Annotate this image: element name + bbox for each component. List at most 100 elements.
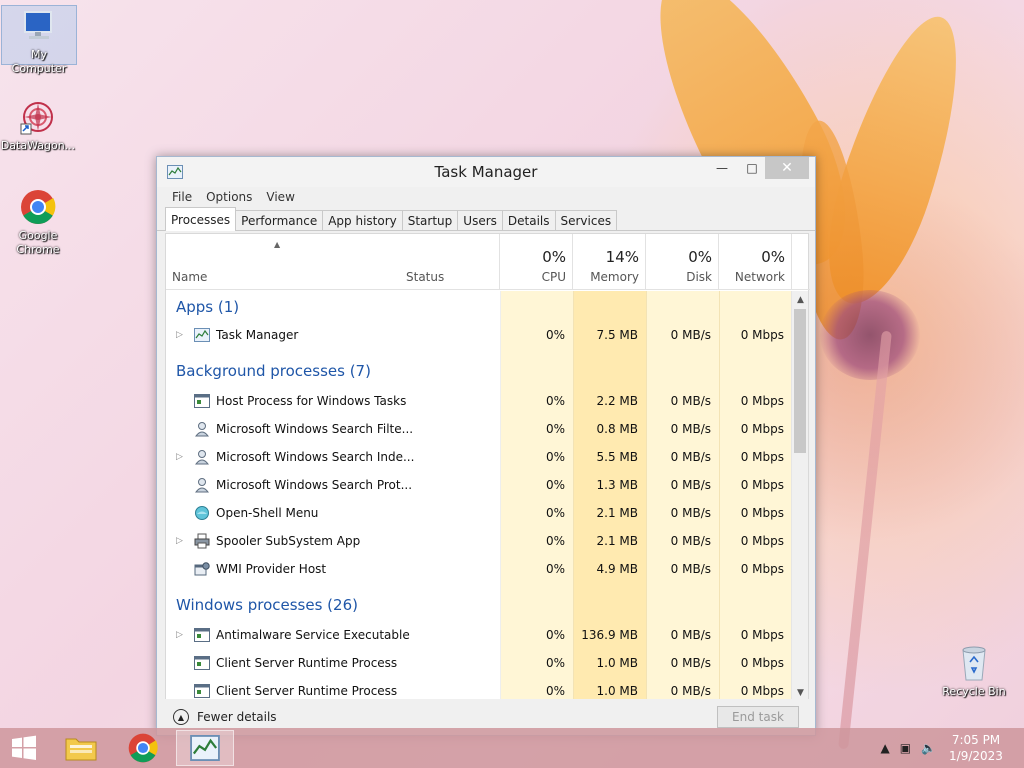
minimize-button[interactable]: — — [707, 157, 737, 179]
column-header-network[interactable]: 0% Network — [719, 234, 792, 290]
cpu-value: 0% — [545, 422, 565, 436]
process-name: Antimalware Service Executable — [216, 628, 410, 642]
tab-users[interactable]: Users — [457, 210, 503, 230]
chrome-icon — [128, 733, 158, 763]
tab-details[interactable]: Details — [501, 210, 556, 230]
column-header-disk[interactable]: 0% Disk — [646, 234, 719, 290]
desktop-icon-label: DataWagon... — [0, 139, 76, 152]
column-header-cpu[interactable]: 0% CPU — [500, 234, 573, 290]
tab-services[interactable]: Services — [554, 210, 618, 230]
network-icon[interactable]: ▣ — [900, 741, 911, 755]
column-header-memory[interactable]: 14% Memory — [573, 234, 646, 290]
process-name: Task Manager — [216, 328, 299, 342]
tab-startup[interactable]: Startup — [401, 210, 459, 230]
network-value: 0 Mbps — [740, 534, 784, 548]
table-row[interactable]: Open-Shell Menu 0% 2.1 MB 0 MB/s 0 Mbps — [166, 499, 792, 527]
menu-options[interactable]: Options — [199, 190, 259, 204]
desktop-icon-my-computer[interactable]: My Computer — [1, 5, 77, 75]
volume-icon[interactable]: 🔈 — [921, 741, 936, 755]
disk-value: 0 MB/s — [670, 394, 711, 408]
clock[interactable]: 7:05 PM 1/9/2023 — [946, 732, 1006, 764]
disk-value: 0 MB/s — [670, 478, 711, 492]
title-bar[interactable]: Task Manager — □ ✕ — [157, 157, 815, 187]
table-row[interactable]: Client Server Runtime Process 0% 1.0 MB … — [166, 677, 792, 701]
table-row[interactable]: ▷ Task Manager 0% 7.5 MB 0 MB/s 0 Mbps — [166, 321, 792, 349]
vertical-scrollbar[interactable]: ▲ ▼ — [791, 291, 808, 701]
group-header-background[interactable]: Background processes (7) — [166, 355, 792, 383]
network-value: 0 Mbps — [740, 450, 784, 464]
network-value: 0 Mbps — [740, 684, 784, 698]
cpu-value: 0% — [545, 534, 565, 548]
network-value: 0 Mbps — [740, 328, 784, 342]
table-row[interactable]: Client Server Runtime Process 0% 1.0 MB … — [166, 649, 792, 677]
desktop-icon-datawagon[interactable]: DataWagon... — [0, 97, 76, 153]
disk-value: 0 MB/s — [670, 562, 711, 576]
process-name: Client Server Runtime Process — [216, 684, 398, 698]
tab-app-history[interactable]: App history — [322, 210, 403, 230]
memory-value: 0.8 MB — [596, 422, 638, 436]
sort-ascending-icon: ▲ — [274, 240, 281, 249]
column-header-name[interactable]: ▲ Name — [166, 234, 400, 290]
task-manager-window: Task Manager — □ ✕ File Options View Pro… — [156, 156, 816, 736]
column-header-status[interactable]: Status — [400, 234, 500, 290]
scroll-thumb[interactable] — [794, 309, 806, 453]
expand-chevron-icon[interactable]: ▷ — [176, 321, 183, 349]
close-button[interactable]: ✕ — [765, 157, 809, 179]
tab-performance[interactable]: Performance — [235, 210, 324, 230]
group-header-windows[interactable]: Windows processes (26) — [166, 589, 792, 617]
menu-view[interactable]: View — [259, 190, 301, 204]
process-name: Microsoft Windows Search Prot... — [216, 478, 413, 492]
end-task-button[interactable]: End task — [717, 706, 799, 728]
taskbar-file-explorer[interactable] — [52, 730, 110, 766]
process-rows: Apps (1) ▷ Task Manager 0% 7.5 MB 0 MB/s… — [166, 291, 792, 701]
wallpaper-stem — [838, 330, 892, 750]
table-row[interactable]: Microsoft Windows Search Filte... 0% 0.8… — [166, 415, 792, 443]
cpu-value: 0% — [545, 562, 565, 576]
fewer-details-button[interactable]: ▲ Fewer details — [173, 709, 277, 725]
task-manager-icon — [167, 165, 183, 179]
memory-value: 1.3 MB — [596, 478, 638, 492]
table-row[interactable]: ▷ Microsoft Windows Search Inde... 0% 5.… — [166, 443, 792, 471]
task-manager-icon — [194, 328, 210, 342]
table-row[interactable]: ▷ Antimalware Service Executable 0% 136.… — [166, 621, 792, 649]
scroll-up-icon[interactable]: ▲ — [792, 291, 809, 308]
memory-value: 2.1 MB — [596, 534, 638, 548]
table-row[interactable]: Host Process for Windows Tasks 0% 2.2 MB… — [166, 387, 792, 415]
service-window-icon — [194, 656, 210, 670]
maximize-button[interactable]: □ — [737, 157, 767, 179]
disk-value: 0 MB/s — [670, 450, 711, 464]
process-name: Client Server Runtime Process — [216, 656, 398, 670]
table-row[interactable]: Microsoft Windows Search Prot... 0% 1.3 … — [166, 471, 792, 499]
menu-file[interactable]: File — [165, 190, 199, 204]
taskbar-task-manager[interactable] — [176, 730, 234, 766]
disk-value: 0 MB/s — [670, 506, 711, 520]
show-hidden-icons-icon[interactable]: ▲ — [880, 741, 889, 755]
disk-value: 0 MB/s — [670, 656, 711, 670]
computer-icon — [19, 6, 59, 46]
network-value: 0 Mbps — [740, 394, 784, 408]
process-name: Open-Shell Menu — [216, 506, 319, 520]
network-value: 0 Mbps — [740, 628, 784, 642]
expand-chevron-icon[interactable]: ▷ — [176, 527, 183, 555]
start-button[interactable] — [0, 730, 48, 766]
desktop-icon-label: My Computer — [11, 48, 67, 75]
disk-value: 0 MB/s — [670, 628, 711, 642]
table-row[interactable]: ▷ Spooler SubSystem App 0% 2.1 MB 0 MB/s… — [166, 527, 792, 555]
table-row[interactable]: WMI Provider Host 0% 4.9 MB 0 MB/s 0 Mbp… — [166, 555, 792, 583]
windows-logo-icon — [12, 735, 36, 760]
memory-value: 1.0 MB — [596, 656, 638, 670]
folder-icon — [65, 738, 97, 761]
process-name: WMI Provider Host — [216, 562, 327, 576]
desktop-icon-google-chrome[interactable]: Google Chrome — [0, 187, 76, 257]
expand-chevron-icon[interactable]: ▷ — [176, 621, 183, 649]
tab-strip: Processes Performance App history Startu… — [157, 207, 815, 231]
taskbar: ▲ ▣ 🔈 7:05 PM 1/9/2023 — [0, 728, 1024, 768]
disk-value: 0 MB/s — [670, 422, 711, 436]
expand-chevron-icon[interactable]: ▷ — [176, 443, 183, 471]
taskbar-google-chrome[interactable] — [114, 730, 172, 766]
tab-processes[interactable]: Processes — [165, 207, 237, 231]
service-window-icon — [194, 394, 210, 408]
group-header-apps[interactable]: Apps (1) — [166, 291, 792, 319]
memory-value: 4.9 MB — [596, 562, 638, 576]
desktop-icon-recycle-bin[interactable]: Recycle Bin — [936, 643, 1012, 699]
